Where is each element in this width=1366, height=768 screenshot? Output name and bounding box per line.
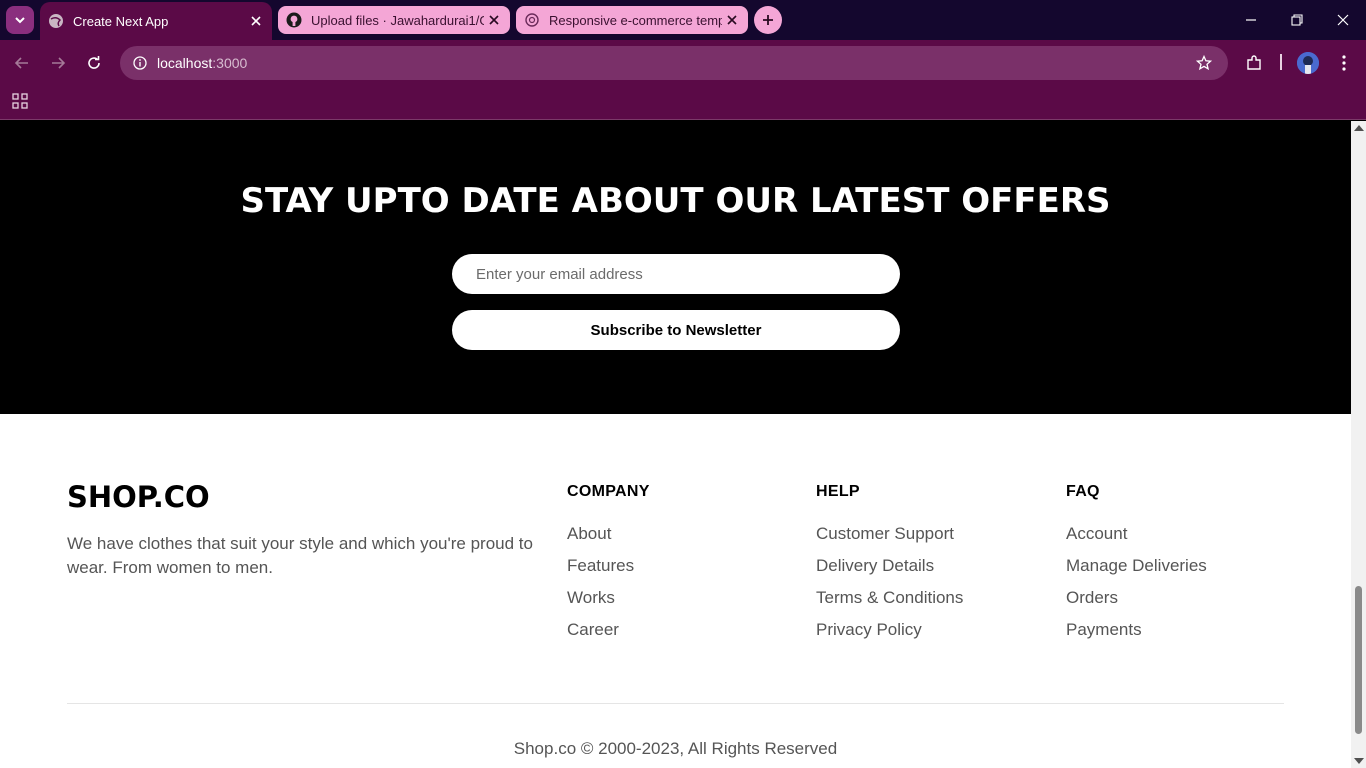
close-icon[interactable] — [722, 10, 742, 30]
copyright-text: Shop.co © 2000-2023, All Rights Reserved — [513, 739, 838, 758]
site-info-icon[interactable] — [128, 51, 152, 75]
scrollbar-thumb[interactable] — [1355, 586, 1362, 734]
minimize-icon — [1246, 19, 1256, 21]
footer-column-help: HELP Customer Support Delivery Details T… — [816, 483, 963, 651]
tab-title: Create Next App — [73, 13, 169, 29]
footer-link-works[interactable]: Works — [567, 587, 650, 619]
scroll-up-arrow-icon[interactable] — [1354, 125, 1364, 131]
new-tab-button[interactable] — [754, 6, 782, 34]
footer-divider — [67, 703, 1284, 704]
footer-link-list: Customer Support Delivery Details Terms … — [816, 523, 963, 651]
footer-link-career[interactable]: Career — [567, 619, 650, 651]
newsletter-title: STAY UPTO DATE ABOUT OUR LATEST OFFERS — [240, 181, 1111, 221]
newsletter-section: STAY UPTO DATE ABOUT OUR LATEST OFFERS S… — [0, 121, 1351, 414]
plus-icon — [763, 15, 773, 25]
close-icon — [1337, 14, 1349, 26]
tab-title: Responsive e-commerce templa — [549, 12, 722, 28]
footer-link-list: Account Manage Deliveries Orders Payment… — [1066, 523, 1207, 651]
footer-link-list: About Features Works Career — [567, 523, 650, 651]
apps-grid-icon[interactable] — [10, 91, 30, 111]
subscribe-button[interactable]: Subscribe to Newsletter — [452, 310, 900, 350]
page-viewport: STAY UPTO DATE ABOUT OUR LATEST OFFERS S… — [0, 121, 1351, 768]
footer-column-heading: COMPANY — [567, 483, 650, 500]
restore-icon — [1291, 14, 1303, 26]
url-host: localhost — [157, 55, 213, 71]
github-icon — [286, 12, 302, 28]
email-input[interactable] — [452, 254, 900, 294]
url-text: localhost:3000 — [157, 55, 247, 71]
globe-icon — [48, 13, 64, 29]
arrow-right-icon — [52, 57, 66, 69]
bookmark-star-icon[interactable] — [1194, 53, 1214, 73]
reload-button[interactable] — [80, 49, 108, 77]
brand-tagline: We have clothes that suit your style and… — [67, 534, 533, 577]
reload-icon — [88, 56, 100, 69]
close-icon[interactable] — [246, 11, 266, 31]
footer-link-features[interactable]: Features — [567, 555, 650, 587]
url-port: :3000 — [212, 55, 248, 71]
footer-column-heading: FAQ — [1066, 483, 1100, 500]
footer-link-payments[interactable]: Payments — [1066, 619, 1207, 651]
minimize-button[interactable] — [1228, 0, 1274, 40]
footer-column-heading: HELP — [816, 483, 860, 500]
tab-title: Upload files · Jawahardurai1/Gr — [311, 12, 484, 28]
browser-toolbar: localhost:3000 — [0, 40, 1366, 86]
footer-column-company: COMPANY About Features Works Career — [567, 483, 650, 651]
tab-search-button[interactable] — [6, 6, 34, 34]
chevron-down-icon — [15, 17, 25, 24]
footer-link-account[interactable]: Account — [1066, 523, 1207, 555]
footer-column-faq: FAQ Account Manage Deliveries Orders Pay… — [1066, 483, 1207, 651]
address-bar[interactable]: localhost:3000 — [120, 46, 1228, 80]
footer-link-orders[interactable]: Orders — [1066, 587, 1207, 619]
scroll-down-arrow-icon[interactable] — [1354, 758, 1364, 764]
footer-link-manage-deliveries[interactable]: Manage Deliveries — [1066, 555, 1207, 587]
site-footer: SHOP.CO We have clothes that suit your s… — [0, 414, 1351, 768]
openai-icon — [524, 12, 540, 28]
close-window-button[interactable] — [1320, 0, 1366, 40]
back-button[interactable] — [8, 49, 36, 77]
tab-strip: Create Next App Upload files · Jawahardu… — [0, 0, 1366, 40]
footer-link-delivery-details[interactable]: Delivery Details — [816, 555, 963, 587]
footer-link-customer-support[interactable]: Customer Support — [816, 523, 963, 555]
close-icon[interactable] — [484, 10, 504, 30]
arrow-left-icon — [14, 57, 28, 69]
page-scrollbar[interactable] — [1351, 121, 1366, 768]
profile-avatar[interactable] — [1297, 52, 1319, 74]
more-menu-icon[interactable] — [1332, 51, 1356, 75]
bookmarks-bar — [0, 86, 1366, 120]
footer-link-privacy[interactable]: Privacy Policy — [816, 619, 963, 651]
toolbar-separator — [1280, 54, 1282, 70]
forward-button[interactable] — [44, 49, 72, 77]
tab-upload-files[interactable]: Upload files · Jawahardurai1/Gr — [278, 6, 510, 34]
footer-link-about[interactable]: About — [567, 523, 650, 555]
extensions-icon[interactable] — [1242, 51, 1266, 75]
footer-link-terms[interactable]: Terms & Conditions — [816, 587, 963, 619]
tab-create-next-app[interactable]: Create Next App — [40, 2, 272, 40]
tab-responsive-ecommerce[interactable]: Responsive e-commerce templa — [516, 6, 748, 34]
restore-button[interactable] — [1274, 0, 1320, 40]
brand-logo[interactable]: SHOP.CO — [67, 480, 210, 514]
